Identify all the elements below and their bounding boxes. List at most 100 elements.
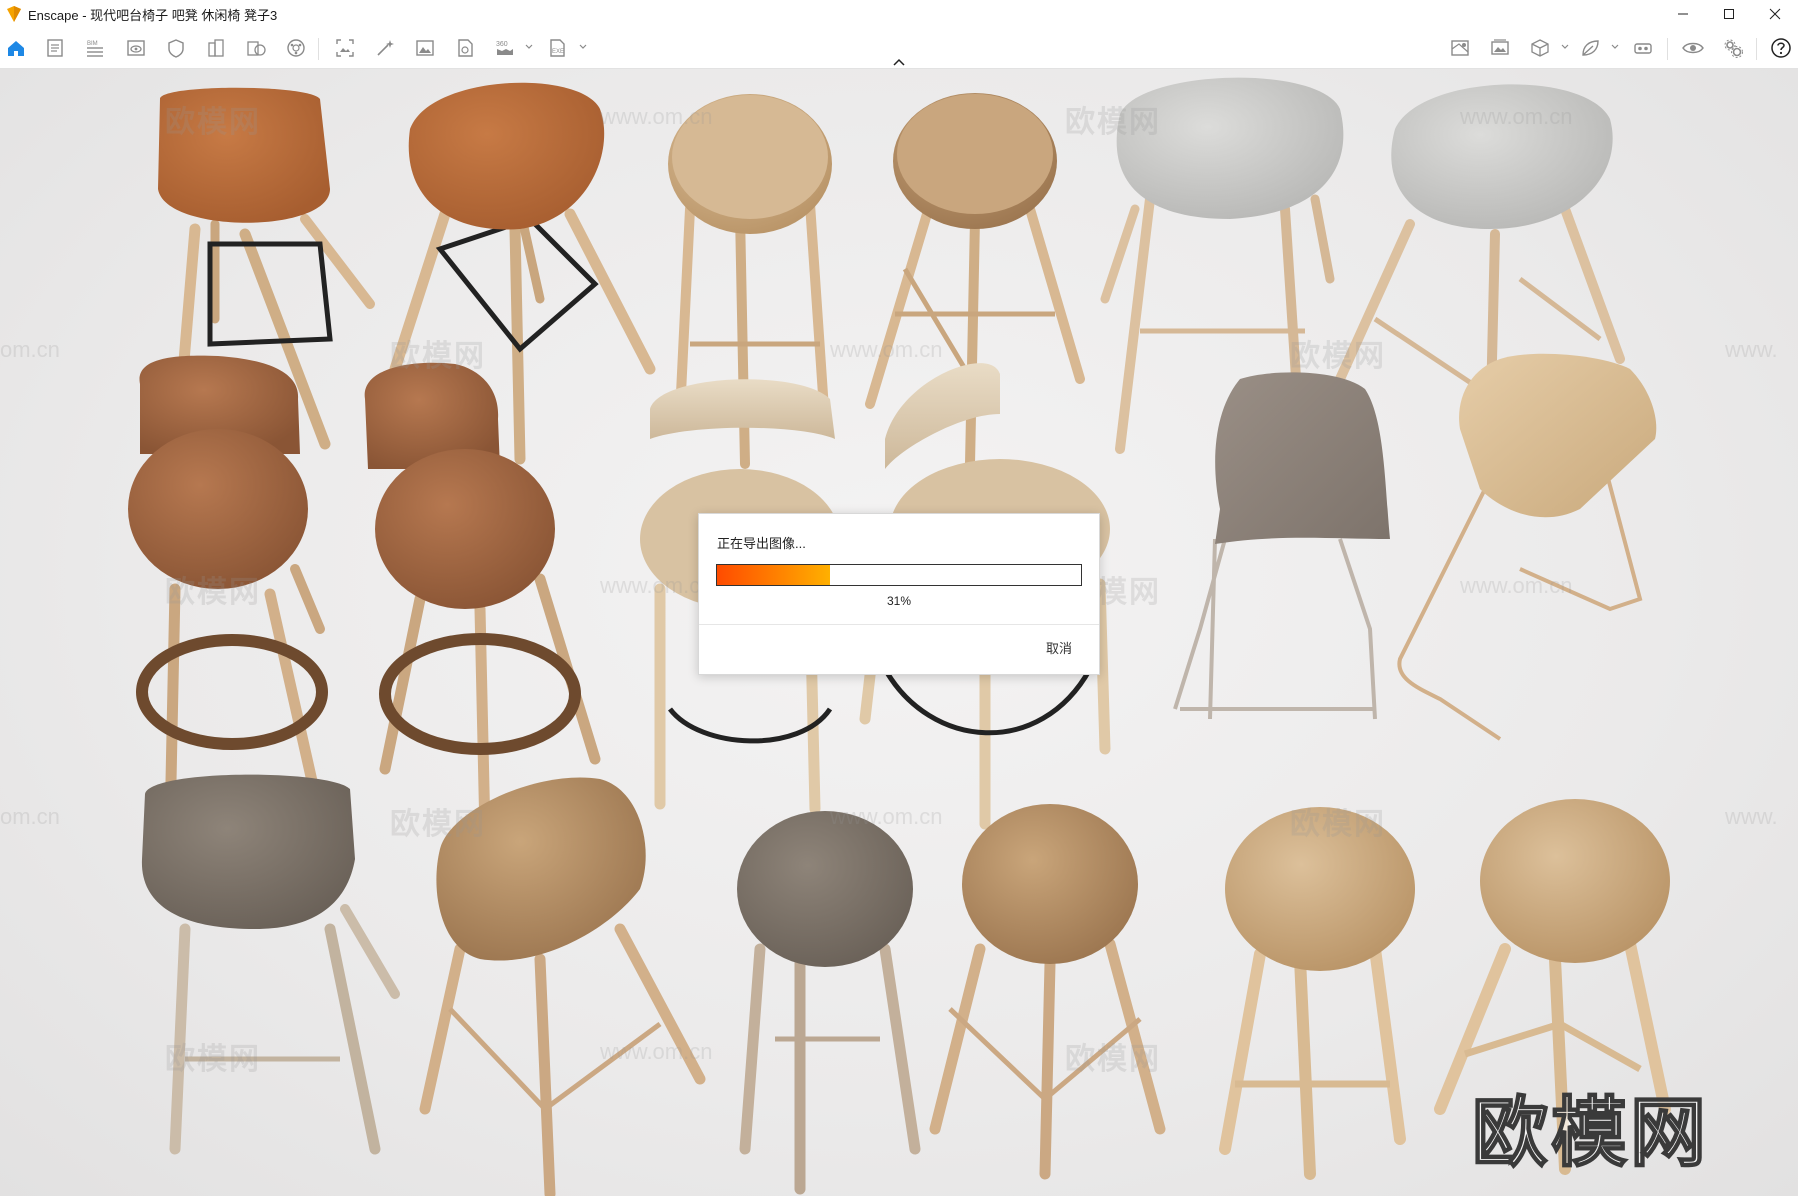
- help-icon: [1771, 38, 1791, 58]
- grey-wood-stool: [141, 774, 400, 1155]
- oak-round-stool: [1219, 807, 1415, 1180]
- object-button[interactable]: [1527, 36, 1553, 60]
- progress-fill: [717, 565, 830, 585]
- image-icon: [416, 40, 434, 56]
- window-controls: [1660, 0, 1798, 28]
- maximize-button[interactable]: [1706, 0, 1752, 28]
- watermark-text: 欧模网: [390, 340, 486, 373]
- help-button[interactable]: [1768, 36, 1794, 60]
- vr-headset-icon: [1634, 43, 1652, 54]
- watermark-text: 欧模网: [165, 106, 261, 139]
- watermark-text: 欧模网: [165, 576, 261, 609]
- watermark-url: om.cn: [0, 804, 60, 829]
- watermark-text: 欧模网: [1065, 106, 1161, 139]
- screenshot-icon: [336, 39, 354, 57]
- chevron-down-icon[interactable]: [578, 42, 588, 52]
- screenshot-button[interactable]: [332, 36, 358, 60]
- panorama-icon: 360: [496, 41, 513, 55]
- watermark-url: www.om.cn: [830, 337, 943, 362]
- material-button[interactable]: [283, 36, 309, 60]
- render-image-button[interactable]: [412, 36, 438, 60]
- settings-icon: [1724, 39, 1743, 58]
- watermark-url: www.: [1725, 337, 1778, 362]
- chevron-down-icon[interactable]: [524, 42, 534, 52]
- plywood-chair-sled-base: [1397, 353, 1657, 741]
- progress-bar: [716, 564, 1082, 586]
- dialog-divider: [699, 624, 1099, 625]
- chevron-down-icon[interactable]: [1610, 42, 1620, 52]
- exe-export-button[interactable]: EXE: [544, 36, 570, 60]
- svg-text:BIM: BIM: [87, 41, 98, 47]
- maximize-icon: [1724, 9, 1734, 19]
- export-progress-dialog: 正在导出图像... 31% 取消: [698, 513, 1100, 675]
- material-icon: [287, 39, 305, 57]
- close-button[interactable]: [1752, 0, 1798, 28]
- close-icon: [1769, 8, 1781, 20]
- watermark-url: www.om.cn: [1460, 104, 1573, 129]
- enscape-logo-icon: [7, 6, 21, 22]
- watermark-url: www.: [1725, 804, 1778, 829]
- view-settings-button[interactable]: [1680, 36, 1706, 60]
- leather-backrest-stool: [364, 362, 601, 840]
- gallery-icon: [1491, 39, 1509, 55]
- bim-icon: BIM: [87, 41, 103, 57]
- window-title: Enscape - 现代吧台椅子 吧凳 休闲椅 凳子3: [28, 7, 278, 23]
- sparkle-icon: [377, 40, 394, 56]
- building-button[interactable]: [203, 36, 229, 60]
- toolbar-separator: [1667, 38, 1668, 60]
- progress-label: 31%: [886, 594, 912, 608]
- watermark-text: 欧模网: [390, 808, 486, 841]
- cube-icon: [1531, 39, 1549, 57]
- vr-headset-button[interactable]: [1630, 36, 1656, 60]
- watermark-url: www.om.cn: [1460, 573, 1573, 598]
- svg-text:EXE: EXE: [552, 49, 564, 55]
- chevron-down-icon[interactable]: [1560, 42, 1570, 52]
- toolbar-separator: [1756, 38, 1757, 60]
- watermark-text: 欧模网: [1290, 340, 1386, 373]
- building-icon: [208, 39, 224, 57]
- watermark-text: 欧模网: [165, 1043, 261, 1076]
- eye-icon: [1682, 42, 1704, 54]
- watermark-text: 欧模网: [1065, 1043, 1161, 1076]
- watermark-text: 欧模网: [1290, 808, 1386, 841]
- minimize-icon: [1678, 13, 1688, 15]
- watermark-url: www.om.cn: [600, 1039, 713, 1064]
- leaf-icon: [1582, 40, 1599, 56]
- notes-button[interactable]: [42, 36, 68, 60]
- shell-chair-metal-base: [1173, 372, 1390, 720]
- chevron-up-icon[interactable]: [891, 56, 907, 68]
- visibility-button[interactable]: [123, 36, 149, 60]
- watermark-logo: 欧模网: [1471, 1090, 1709, 1177]
- map-icon: [1451, 40, 1469, 56]
- watermark-url: www.om.cn: [600, 573, 713, 598]
- map-button[interactable]: [1447, 36, 1473, 60]
- magic-wand-button[interactable]: [372, 36, 398, 60]
- settings-button[interactable]: [1720, 36, 1746, 60]
- watermark-url: www.om.cn: [600, 104, 713, 129]
- home-button[interactable]: [3, 36, 29, 60]
- title-bar: Enscape - 现代吧台椅子 吧凳 休闲椅 凳子3: [0, 0, 1798, 28]
- dialog-title: 正在导出图像...: [717, 536, 806, 551]
- visibility-icon: [127, 40, 145, 56]
- notes-icon: [47, 39, 63, 57]
- svg-text:360: 360: [496, 41, 508, 48]
- safe-frame-button[interactable]: [163, 36, 189, 60]
- watermark-url: om.cn: [0, 337, 60, 362]
- cancel-button[interactable]: 取消: [1029, 638, 1089, 660]
- minimize-button[interactable]: [1660, 0, 1706, 28]
- oak-round-stool: [929, 804, 1166, 1180]
- home-icon: [8, 41, 24, 56]
- safe-frame-icon: [168, 39, 184, 58]
- dark-round-stool: [737, 811, 921, 1195]
- toolbar-separator: [318, 38, 319, 60]
- asset-library-button[interactable]: [243, 36, 269, 60]
- exe-export-icon: EXE: [550, 39, 565, 57]
- export-file-icon: [458, 39, 473, 57]
- bim-button[interactable]: BIM: [82, 36, 108, 60]
- vegetation-button[interactable]: [1577, 36, 1603, 60]
- watermark-url: www.om.cn: [830, 804, 943, 829]
- gallery-button[interactable]: [1487, 36, 1513, 60]
- asset-library-icon: [247, 41, 266, 56]
- export-file-button[interactable]: [452, 36, 478, 60]
- panorama-button[interactable]: 360: [492, 36, 518, 60]
